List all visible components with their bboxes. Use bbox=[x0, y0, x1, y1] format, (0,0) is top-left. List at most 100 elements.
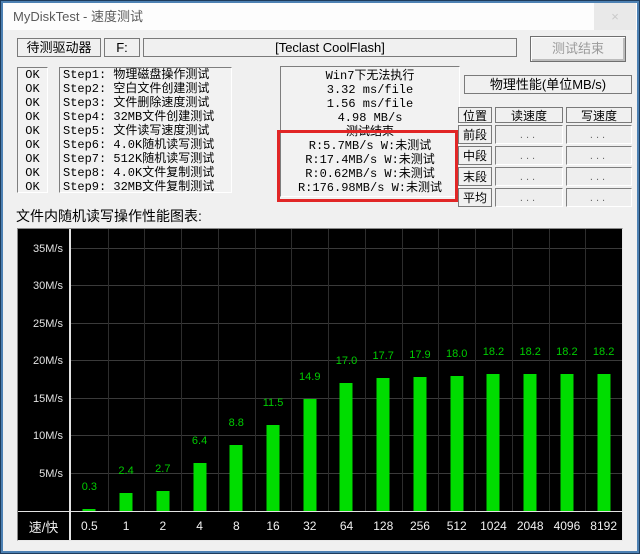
bar-value-label: 11.5 bbox=[263, 397, 284, 409]
x-tick-label: 8192 bbox=[585, 512, 622, 540]
drive-label: 待测驱动器 bbox=[18, 39, 100, 56]
step-result: Win7下无法执行 bbox=[281, 69, 459, 83]
drive-letter-box: F: bbox=[104, 38, 140, 57]
table-value-cell: ... bbox=[495, 146, 563, 165]
step-status: OK bbox=[18, 166, 47, 180]
step-label: Step9: 32MB文件复制测试 bbox=[60, 180, 231, 193]
x-axis-labels: 0.512481632641282565121024204840968192 bbox=[71, 512, 622, 540]
bar bbox=[597, 374, 610, 511]
step-status: OK bbox=[18, 68, 47, 82]
step-result: R:17.4MB/s W:未测试 bbox=[281, 153, 459, 167]
bar-slot: 17.0 bbox=[328, 229, 365, 511]
bar-value-label: 18.2 bbox=[483, 346, 504, 358]
table-header-cell: 位置 bbox=[458, 107, 492, 123]
y-tick-label: 15M/s bbox=[33, 392, 63, 406]
x-tick-label: 4096 bbox=[549, 512, 586, 540]
drive-name-box: [Teclast CoolFlash] bbox=[143, 38, 517, 57]
bar-value-label: 18.2 bbox=[519, 346, 540, 358]
y-tick-label: 20M/s bbox=[33, 354, 63, 368]
step-status: OK bbox=[18, 110, 47, 124]
x-tick-label: 16 bbox=[255, 512, 292, 540]
bar bbox=[450, 376, 463, 511]
bar-slot: 6.4 bbox=[181, 229, 218, 511]
bar-value-label: 2.4 bbox=[118, 465, 133, 477]
bar-slot: 14.9 bbox=[291, 229, 328, 511]
step-result: 4.98 MB/s bbox=[281, 111, 459, 125]
window-title: MyDiskTest - 速度测试 bbox=[13, 3, 143, 30]
bar-slot: 18.2 bbox=[475, 229, 512, 511]
bar-slot: 8.8 bbox=[218, 229, 255, 511]
x-tick-label: 0.5 bbox=[71, 512, 108, 540]
x-tick-label: 2 bbox=[144, 512, 181, 540]
close-button[interactable]: × bbox=[594, 3, 636, 30]
table-value-cell: ... bbox=[566, 167, 632, 186]
bar-value-label: 14.9 bbox=[299, 371, 320, 383]
bar-slot: 18.0 bbox=[438, 229, 475, 511]
step-label: Step2: 空白文件创建测试 bbox=[60, 82, 231, 96]
title-bar: MyDiskTest - 速度测试 bbox=[3, 3, 637, 30]
step-result: 1.56 ms/file bbox=[281, 97, 459, 111]
bar bbox=[560, 374, 573, 511]
step-result: R:176.98MB/s W:未测试 bbox=[281, 181, 459, 195]
step-status: OK bbox=[18, 138, 47, 152]
y-axis-line bbox=[69, 229, 71, 540]
step-status: OK bbox=[18, 152, 47, 166]
physical-performance-title: 物理性能(单位MB/s) bbox=[465, 76, 631, 93]
bar-slot: 18.2 bbox=[512, 229, 549, 511]
bar bbox=[377, 378, 390, 511]
step-status: OK bbox=[18, 82, 47, 96]
physical-performance-title-box: 物理性能(单位MB/s) bbox=[464, 75, 632, 94]
table-value-cell: ... bbox=[495, 125, 563, 144]
table-value-cell: ... bbox=[566, 125, 632, 144]
step-label: Step7: 512K随机读写测试 bbox=[60, 152, 231, 166]
table-header-cell: 读速度 bbox=[495, 107, 563, 123]
y-tick-label: 35M/s bbox=[33, 242, 63, 256]
axis-corner-label: 速/快 bbox=[18, 512, 69, 540]
chart-title: 文件内随机读写操作性能图表: bbox=[16, 206, 202, 226]
x-tick-label: 512 bbox=[438, 512, 475, 540]
app-window: MyDiskTest - 速度测试 × 待测驱动器 F: [Teclast Co… bbox=[0, 0, 640, 554]
step-status: OK bbox=[18, 180, 47, 193]
bar-value-label: 17.7 bbox=[373, 350, 394, 362]
bar-value-label: 8.8 bbox=[229, 417, 244, 429]
bar bbox=[193, 463, 206, 511]
table-row-label: 平均 bbox=[458, 188, 492, 207]
finish-test-button[interactable]: 测试结束 bbox=[530, 36, 626, 62]
bar-slot: 17.9 bbox=[402, 229, 439, 511]
x-tick-label: 256 bbox=[402, 512, 439, 540]
step-label: Step4: 32MB文件创建测试 bbox=[60, 110, 231, 124]
table-value-cell: ... bbox=[566, 188, 632, 207]
bar-slot: 2.4 bbox=[108, 229, 145, 511]
bar-value-label: 6.4 bbox=[192, 435, 207, 447]
x-tick-label: 64 bbox=[328, 512, 365, 540]
step-status: OK bbox=[18, 124, 47, 138]
x-tick-label: 1 bbox=[108, 512, 145, 540]
bar-value-label: 18.2 bbox=[593, 346, 614, 358]
table-value-cell: ... bbox=[566, 146, 632, 165]
x-tick-label: 128 bbox=[365, 512, 402, 540]
results-list: Win7下无法执行3.32 ms/file1.56 ms/file4.98 MB… bbox=[280, 66, 460, 197]
bar bbox=[156, 491, 169, 511]
y-tick-label: 25M/s bbox=[33, 317, 63, 331]
bar bbox=[487, 374, 500, 511]
physical-performance-table: 位置读速度写速度前段......中段......末段......平均...... bbox=[458, 107, 632, 207]
steps-list: Step1: 物理磁盘操作测试Step2: 空白文件创建测试Step3: 文件删… bbox=[59, 67, 232, 193]
x-tick-label: 1024 bbox=[475, 512, 512, 540]
table-row-label: 中段 bbox=[458, 146, 492, 165]
performance-chart: 35M/s30M/s25M/s20M/s15M/s10M/s5M/s 0.32.… bbox=[17, 228, 623, 541]
bar-value-label: 18.2 bbox=[556, 346, 577, 358]
step-label: Step8: 4.0K文件复制测试 bbox=[60, 166, 231, 180]
step-status: OK bbox=[18, 96, 47, 110]
drive-name: [Teclast CoolFlash] bbox=[144, 39, 516, 56]
y-tick-label: 5M/s bbox=[39, 467, 63, 481]
bar-slot: 18.2 bbox=[549, 229, 586, 511]
x-tick-label: 2048 bbox=[512, 512, 549, 540]
status-list: OKOKOKOKOKOKOKOKOK bbox=[17, 67, 48, 193]
step-result: 测试结束 bbox=[281, 125, 459, 139]
bar-slot: 11.5 bbox=[255, 229, 292, 511]
bar bbox=[340, 383, 353, 511]
bar bbox=[120, 493, 133, 511]
plot-area: 0.32.42.76.48.811.514.917.017.717.918.01… bbox=[71, 229, 622, 511]
step-label: Step1: 物理磁盘操作测试 bbox=[60, 68, 231, 82]
finish-test-button-label: 测试结束 bbox=[552, 41, 604, 56]
